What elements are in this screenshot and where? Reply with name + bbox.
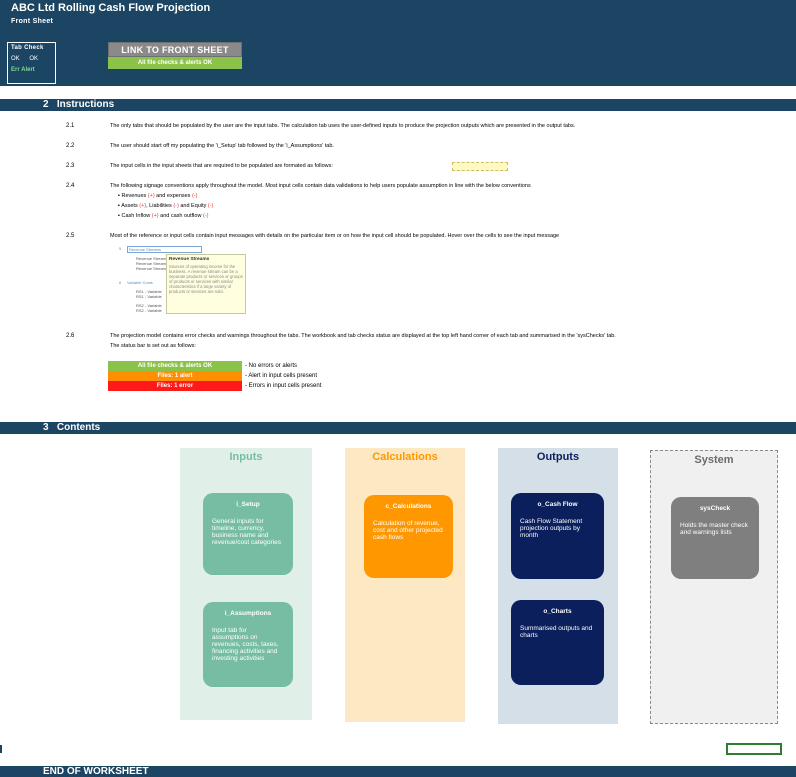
input-message-screenshot: 5 Revenue Streams Revenue Stream Revenue… <box>114 244 249 322</box>
tab-check-ok-row: OK OK <box>11 56 52 62</box>
inputs-panel-title: Inputs <box>229 451 263 463</box>
edge-marker <box>0 745 2 753</box>
tab-check-ok-1: OK <box>11 56 20 62</box>
status-legend-error-desc: - Errors in input cells present <box>245 383 322 389</box>
instruction-text: The following signage conventions apply … <box>110 183 531 189</box>
instruction-number: 2.4 <box>66 183 75 189</box>
section-contents-heading: 3 Contents <box>43 422 100 434</box>
sheet-subtitle: Front Sheet <box>11 18 54 25</box>
status-legend-error-bar: Files: 1 error <box>108 381 242 391</box>
input-message-tooltip: Revenue Streams Sources of operating inc… <box>166 254 246 314</box>
i-setup-card[interactable]: i_Setup General inputs for timeline, cur… <box>203 493 293 575</box>
calculations-panel-title: Calculations <box>372 451 438 463</box>
sign-conventions-list: ▪ Revenues (+) and expenses (-) ▪ Assets… <box>118 191 213 221</box>
instruction-number: 2.6 <box>66 333 75 339</box>
sign-convention-item: ▪ Revenues (+) and expenses (-) <box>118 193 198 199</box>
instruction-text: Most of the reference or input cells con… <box>110 233 560 239</box>
status-legend-ok-bar: All file checks & alerts OK <box>108 361 242 371</box>
section-instructions-bar: 2 Instructions <box>0 99 796 111</box>
section-instructions-heading: 2 Instructions <box>43 99 114 111</box>
calculations-panel: Calculations c_Calculations Calculation … <box>345 448 465 722</box>
instruction-number: 2.5 <box>66 233 75 239</box>
sign-convention-item: ▪ Assets (+), Liabilities (-) and Equity… <box>118 203 214 209</box>
section-3-number: 3 <box>43 422 49 433</box>
tab-check-title: Tab Check <box>11 45 44 51</box>
system-panel-title: System <box>694 454 734 466</box>
syscheck-card[interactable]: sysCheck Holds the master check and warn… <box>671 497 759 579</box>
o-charts-card[interactable]: o_Charts Summarised outputs and charts <box>511 600 604 685</box>
end-of-worksheet-bar: END OF WORKSHEET <box>0 766 796 777</box>
instruction-text-continued: The status bar is set out as follows: <box>110 343 196 349</box>
file-status-bar: All file checks & alerts OK <box>108 57 242 69</box>
input-cell-format-sample <box>452 162 508 171</box>
instruction-number: 2.1 <box>66 123 75 129</box>
worksheet-header: ABC Ltd Rolling Cash Flow Projection Fro… <box>0 0 796 86</box>
section-contents-bar: 3 Contents <box>0 422 796 434</box>
instruction-text: The input cells in the input sheets that… <box>110 163 333 169</box>
instruction-text: The user should start off my populating … <box>110 143 334 149</box>
selected-cell-indicator[interactable] <box>726 743 782 755</box>
instruction-text: The projection model contains error chec… <box>110 333 616 339</box>
instruction-text: The only tabs that should be populated b… <box>110 123 576 129</box>
tab-check-box: Tab Check OK OK Err Alert <box>7 42 56 84</box>
tab-check-ok-2: OK <box>29 56 39 62</box>
section-2-number: 2 <box>43 99 49 110</box>
system-panel: System sysCheck Holds the master check a… <box>650 450 778 724</box>
c-calculations-card[interactable]: c_Calculations Calculation of revenue, c… <box>364 495 453 578</box>
inputs-panel: Inputs i_Setup General inputs for timeli… <box>180 448 312 720</box>
outputs-panel-title: Outputs <box>536 451 580 463</box>
link-to-front-sheet-button[interactable]: LINK TO FRONT SHEET <box>108 42 242 57</box>
instruction-number: 2.2 <box>66 143 75 149</box>
status-legend-ok-desc: - No errors or alerts <box>245 363 298 369</box>
section-3-label: Contents <box>56 422 101 433</box>
sign-convention-item: ▪ Cash Inflow (+) and cash outflow (-) <box>118 213 209 219</box>
status-legend-alert-desc: - Alert in input cells present <box>245 373 318 379</box>
outputs-panel: Outputs o_Cash Flow Cash Flow Statement … <box>498 448 618 724</box>
end-of-worksheet-label: END OF WORKSHEET <box>43 766 149 777</box>
status-legend-alert-bar: Files: 1 alert <box>108 371 242 381</box>
workbook-title: ABC Ltd Rolling Cash Flow Projection <box>11 2 211 14</box>
o-cash-flow-card[interactable]: o_Cash Flow Cash Flow Statement projecti… <box>511 493 604 579</box>
section-2-label: Instructions <box>56 99 115 110</box>
instruction-number: 2.3 <box>66 163 75 169</box>
i-assumptions-card[interactable]: i_Assumptions Input tab for assumptions … <box>203 602 293 687</box>
tab-check-err-alert: Err Alert <box>11 67 35 73</box>
